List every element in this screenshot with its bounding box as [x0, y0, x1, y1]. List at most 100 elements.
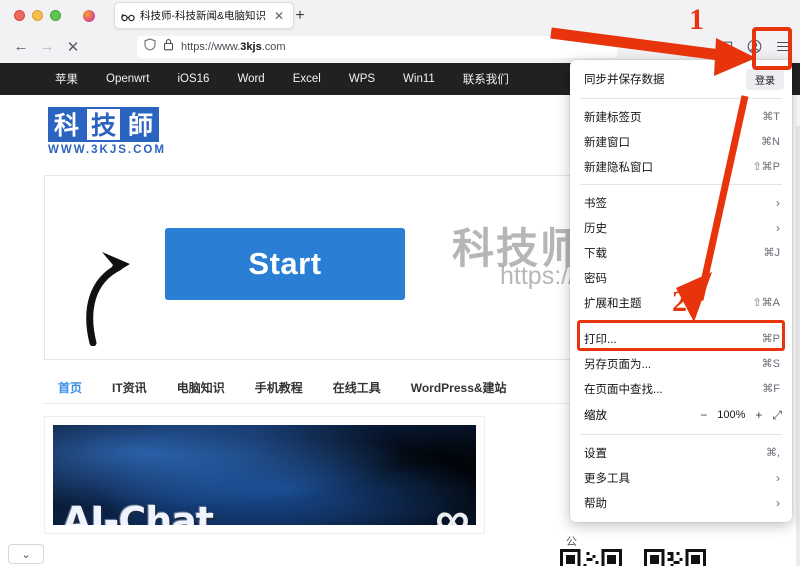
topnav-item[interactable]: Win11: [403, 73, 435, 85]
chevron-right-icon: ›: [776, 470, 780, 485]
chevron-right-icon: ›: [776, 220, 780, 235]
menu-item-new-private-window[interactable]: 新建隐私窗口 ⇧⌘P: [570, 154, 792, 179]
menu-item-label: 历史: [584, 222, 607, 235]
infinity-logo-icon: ∞: [435, 493, 470, 525]
back-button[interactable]: ←: [8, 34, 34, 60]
app-menu-button[interactable]: [771, 34, 796, 59]
save-to-pocket-icon[interactable]: [713, 34, 738, 59]
menu-item-label: 另存页面为...: [584, 358, 652, 371]
menu-item-settings[interactable]: 设置 ⌘,: [570, 440, 792, 465]
menu-item-print[interactable]: 打印... ⌘P: [570, 326, 792, 351]
logo-char: 技: [85, 106, 122, 142]
minimize-window-button[interactable]: [32, 10, 43, 21]
menu-item-shortcut: ⌘N: [761, 136, 780, 148]
qr-caption: 公: [566, 536, 577, 548]
url-text[interactable]: https://www.3kjs.com: [181, 41, 286, 53]
menu-item-help[interactable]: 帮助 ›: [570, 490, 792, 515]
menu-item-label: 下载: [584, 247, 607, 260]
menu-item-save-page-as[interactable]: 另存页面为... ⌘S: [570, 351, 792, 376]
site-logo[interactable]: 科 技 師 WWW.3KJS.COM: [48, 106, 166, 156]
menu-item-more-tools[interactable]: 更多工具 ›: [570, 465, 792, 490]
shield-icon[interactable]: [144, 38, 156, 56]
category-tab-home[interactable]: 首页: [58, 379, 82, 396]
menu-item-label: 书签: [584, 197, 607, 210]
topnav-item[interactable]: WPS: [349, 73, 375, 85]
account-icon[interactable]: [742, 34, 767, 59]
zoom-window-button[interactable]: [50, 10, 61, 21]
logo-char: 科: [48, 106, 85, 142]
menu-item-extensions-themes[interactable]: 扩展和主题 ⇧⌘A: [570, 290, 792, 315]
logo-char: 師: [122, 106, 159, 142]
menu-item-shortcut: ⌘P: [761, 333, 780, 345]
category-tab-it-news[interactable]: IT资讯: [112, 379, 147, 396]
profile-avatar-icon[interactable]: [83, 10, 95, 22]
tab-favicon-icon: [121, 10, 135, 22]
article-card[interactable]: AI-Chat ∞: [44, 416, 485, 534]
menu-zoom-label: 缩放: [584, 410, 607, 422]
menu-sync-row[interactable]: 同步并保存数据 登录: [570, 65, 792, 93]
zoom-level-value: 100%: [717, 409, 746, 421]
new-tab-button[interactable]: +: [289, 5, 311, 27]
menu-separator: [580, 320, 782, 321]
category-tab-wordpress[interactable]: WordPress&建站: [411, 379, 507, 396]
url-suffix: .com: [261, 41, 286, 53]
topnav-item[interactable]: Openwrt: [106, 73, 149, 85]
forward-button[interactable]: →: [34, 34, 60, 60]
category-tab-mobile-tutorial[interactable]: 手机教程: [255, 379, 303, 396]
stop-button[interactable]: ✕: [60, 34, 86, 60]
scroll-down-button[interactable]: ⌄: [8, 544, 44, 564]
menu-item-label: 设置: [584, 447, 607, 460]
menu-item-shortcut: ⌘J: [763, 247, 781, 259]
site-logo-url: WWW.3KJS.COM: [48, 143, 166, 156]
menu-item-shortcut: ⌘S: [761, 358, 780, 370]
menu-item-shortcut: ⇧⌘A: [752, 297, 780, 309]
menu-item-shortcut: ⌘F: [762, 383, 780, 395]
menu-item-label: 帮助: [584, 497, 607, 510]
menu-item-label: 新建标签页: [584, 111, 642, 124]
address-bar[interactable]: https://www.3kjs.com: [137, 36, 617, 58]
menu-item-passwords[interactable]: 密码: [570, 265, 792, 290]
menu-item-label: 在页面中查找...: [584, 383, 663, 396]
topnav-item[interactable]: 苹果: [55, 71, 78, 87]
menu-item-history[interactable]: 历史 ›: [570, 215, 792, 240]
chevron-right-icon: ›: [776, 495, 780, 510]
menu-item-new-window[interactable]: 新建窗口 ⌘N: [570, 129, 792, 154]
menu-item-label: 新建窗口: [584, 136, 630, 149]
sign-in-button[interactable]: 登录: [746, 68, 784, 90]
fullscreen-button[interactable]: ⤢: [772, 408, 782, 423]
menu-item-new-tab[interactable]: 新建标签页 ⌘T: [570, 104, 792, 129]
article-thumbnail-title: AI-Chat: [62, 499, 214, 525]
menu-item-find-in-page[interactable]: 在页面中查找... ⌘F: [570, 376, 792, 401]
topnav-item[interactable]: Excel: [293, 73, 321, 85]
menu-item-bookmarks[interactable]: 书签 ›: [570, 190, 792, 215]
close-window-button[interactable]: [14, 10, 25, 21]
menu-separator: [580, 184, 782, 185]
topnav-item[interactable]: iOS16: [177, 73, 209, 85]
close-tab-icon[interactable]: ✕: [271, 8, 287, 24]
category-tab-pc-knowledge[interactable]: 电脑知识: [177, 379, 225, 396]
menu-item-label: 打印...: [584, 333, 617, 346]
page-scrollbar-track[interactable]: [796, 126, 800, 566]
topnav-item[interactable]: Word: [237, 73, 264, 85]
menu-item-label: 密码: [584, 272, 607, 285]
menu-item-downloads[interactable]: 下载 ⌘J: [570, 240, 792, 265]
curved-arrow-icon: [75, 231, 155, 351]
zoom-in-button[interactable]: +: [755, 408, 762, 422]
lock-icon[interactable]: [163, 38, 174, 56]
menu-item-shortcut: ⌘,: [765, 447, 780, 459]
article-thumbnail: AI-Chat ∞: [53, 425, 476, 525]
url-prefix: https://www.: [181, 41, 241, 53]
zoom-out-button[interactable]: −: [700, 408, 707, 422]
category-tab-online-tools[interactable]: 在线工具: [333, 379, 381, 396]
menu-item-label: 更多工具: [584, 472, 630, 485]
zoom-controls: − 100% + ⤢: [700, 408, 782, 423]
public-account-qr-code-icon: [644, 549, 706, 566]
start-button[interactable]: Start: [165, 228, 405, 300]
topnav-item[interactable]: 联系我们: [463, 71, 509, 87]
browser-chrome: 科技师-科技新闻&电脑知识 ✕ + ← → ✕ https://www.3kjs…: [0, 0, 800, 63]
qr-code-group: [560, 549, 706, 566]
browser-tab[interactable]: 科技师-科技新闻&电脑知识 ✕: [114, 2, 294, 29]
window-controls[interactable]: [14, 10, 61, 21]
menu-zoom-row[interactable]: 缩放 − 100% + ⤢: [570, 401, 792, 429]
menu-sync-label: 同步并保存数据: [584, 74, 665, 86]
